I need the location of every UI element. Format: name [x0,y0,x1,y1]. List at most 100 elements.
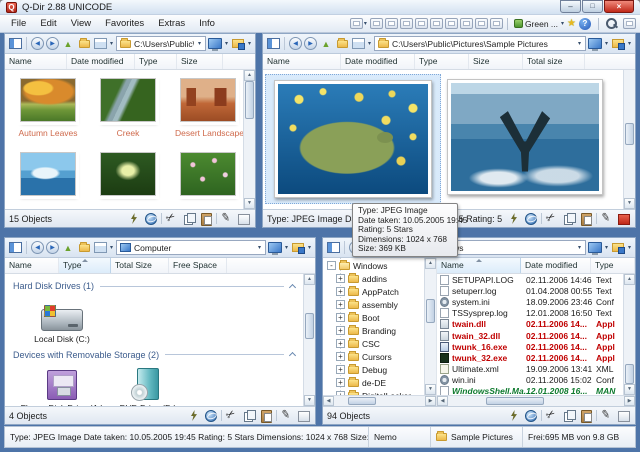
scrollbar-thumb[interactable] [426,299,435,323]
chevron-down-icon[interactable]: ▾ [605,40,608,47]
back-icon[interactable] [31,241,44,254]
column-total-size[interactable]: Total Size [111,258,169,273]
select-icon[interactable] [237,212,251,225]
chevron-down-icon[interactable]: ▾ [364,20,367,27]
chevron-down-icon[interactable]: ▾ [198,40,201,47]
expand-box-icon[interactable]: + [336,313,345,322]
monitor-icon[interactable] [268,241,282,255]
select-icon[interactable] [297,409,311,422]
scrollbar-thumb[interactable] [245,81,254,119]
chevron-down-icon[interactable]: ▾ [605,244,608,251]
view-mode-icon[interactable] [93,241,107,255]
scroll-up-icon[interactable] [624,274,635,285]
cut-icon[interactable] [165,212,179,225]
vertical-scrollbar[interactable] [243,70,255,209]
thumbnail-image[interactable] [100,78,156,122]
menu-edit[interactable]: Edit [33,17,63,30]
thumbnail-image[interactable] [180,78,236,122]
tree-horizontal-scrollbar[interactable] [323,395,436,406]
favorites-globe-icon[interactable] [524,409,538,422]
layout-preset-icon[interactable] [430,18,443,29]
copy-icon[interactable] [562,212,576,225]
scroll-up-icon[interactable] [304,274,315,285]
folder-tree-icon[interactable] [291,241,305,255]
file-row[interactable]: setuperr.log 01.04.2008 00:55 Text [437,285,623,296]
vertical-scrollbar[interactable] [623,70,635,209]
files-horizontal-scrollbar[interactable] [437,395,635,406]
expand-box-icon[interactable]: + [336,326,345,335]
goto-folder-icon[interactable] [77,241,91,255]
up-icon[interactable] [319,37,333,51]
chevron-down-icon[interactable]: ▾ [578,40,581,47]
turtle-image[interactable] [278,84,428,194]
layout-preset-icon[interactable] [415,18,428,29]
thumbnail-item[interactable]: Desert Landscape [175,78,241,138]
delete-icon[interactable] [617,212,631,225]
thumbnail-image[interactable] [20,152,76,196]
file-row[interactable]: win.ini 02.11.2006 15:02 Conf [437,375,623,386]
drive-item[interactable]: Floppy Disk Drive (A:) [19,366,105,407]
layout-preset-icon[interactable] [400,18,413,29]
layout-preset-icon[interactable] [445,18,458,29]
scrollbar-thumb[interactable] [305,313,314,339]
color-scheme-button[interactable]: Green ... ▾ [512,19,567,29]
tree-item[interactable]: + Branding [323,324,424,337]
scrollbar-thumb[interactable] [625,123,634,145]
actions-icon[interactable] [507,409,521,422]
file-row[interactable]: SETUPAPI.LOG 02.11.2006 14:46 Text [437,274,623,285]
expand-box-icon[interactable]: + [336,274,345,283]
goto-folder-icon[interactable] [77,37,91,51]
tree-item[interactable]: + Cursors [323,350,424,363]
column-name[interactable]: Name [5,54,67,69]
vertical-scrollbar[interactable] [303,274,315,406]
folder-tree-icon[interactable] [231,37,245,51]
chevron-down-icon[interactable]: ▾ [225,40,228,47]
pane-layout-icon[interactable] [266,37,280,51]
paste-icon[interactable] [259,409,273,422]
pane-layout-icon[interactable] [8,37,22,51]
thumbnail-image[interactable] [180,152,236,196]
tree-item[interactable]: + Debug [323,363,424,376]
file-row[interactable]: twain.dll 02.11.2006 14... Appl [437,319,623,330]
address-bar[interactable]: Computer ▾ [116,240,266,255]
favorites-globe-icon[interactable] [144,212,158,225]
column-total-size[interactable]: Total size [523,54,585,69]
selected-item-turtle[interactable] [265,74,441,204]
scroll-down-icon[interactable] [304,395,315,406]
tree-item[interactable]: + AppPatch [323,285,424,298]
small-window-icon[interactable] [623,18,636,29]
expand-box-icon[interactable]: + [336,352,345,361]
cut-icon[interactable] [225,409,239,422]
tree-item[interactable]: - Windows [323,259,424,272]
help-icon[interactable] [579,18,591,30]
expand-box-icon[interactable]: + [336,287,345,296]
thumbnail-item[interactable] [175,152,241,196]
chevron-down-icon[interactable]: ▾ [258,244,261,251]
column-type[interactable]: Type [415,54,469,69]
tree-item[interactable]: + assembly [323,298,424,311]
thumbnail-item[interactable] [95,152,161,196]
layout-preset-icon[interactable] [385,18,398,29]
actions-icon[interactable] [127,212,141,225]
scroll-down-icon[interactable] [244,198,255,209]
menu-view[interactable]: View [64,17,98,30]
chevron-down-icon[interactable]: ▾ [248,40,251,47]
copy-icon[interactable] [242,409,256,422]
folder-tree-icon[interactable] [611,241,625,255]
scroll-left-icon[interactable] [437,396,448,406]
favorites-star-icon[interactable] [567,18,576,29]
file-row[interactable]: WindowsShell.Ma... 12.01.2008 16... MAN [437,386,623,395]
thumbnail-item[interactable]: Autumn Leaves [15,78,81,138]
expand-box-icon[interactable]: + [336,365,345,374]
pane-layout-icon[interactable] [8,241,22,255]
column-name[interactable]: Name [5,258,59,273]
column-type[interactable]: Type [59,258,111,273]
column-date-modified[interactable]: Date modified [67,54,135,69]
rename-icon[interactable] [280,409,294,422]
expand-box-icon[interactable]: - [327,261,336,270]
column-type[interactable]: Type [135,54,177,69]
layout-preset-icon[interactable] [475,18,488,29]
layout-preset-icon[interactable] [460,18,473,29]
collapse-chevron-icon[interactable] [289,283,296,290]
item-whale[interactable] [447,79,603,195]
